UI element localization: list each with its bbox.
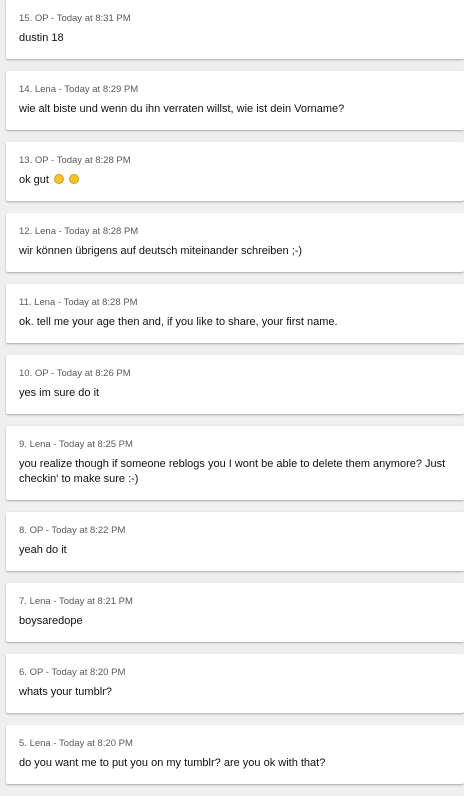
message-card: 9. Lena - Today at 8:25 PM you realize th…	[6, 426, 464, 500]
message-meta: 6. OP - Today at 8:20 PM	[19, 667, 126, 678]
message-meta: 12. Lena - Today at 8:28 PM	[19, 226, 139, 237]
message-text: dustin 18	[19, 31, 450, 59]
message-card: 7. Lena - Today at 8:21 PM boysaredope	[6, 583, 464, 642]
message-body: boysaredope	[19, 615, 83, 627]
message-author: Lena	[29, 738, 51, 749]
message-number: 15.	[19, 13, 33, 24]
message-card: 5. Lena - Today at 8:20 PM do you want me…	[6, 725, 464, 784]
message-meta: 11. Lena - Today at 8:28 PM	[19, 297, 138, 308]
message-meta: 10. OP - Today at 8:26 PM	[19, 368, 131, 379]
message-text: ok gut	[19, 173, 450, 201]
message-timestamp: Today at 8:21 PM	[59, 596, 133, 607]
message-number: 8.	[19, 525, 27, 536]
message-text: whats your tumblr?	[19, 685, 450, 713]
message-number: 12.	[19, 226, 33, 237]
message-author: OP	[29, 525, 44, 536]
message-meta: 9. Lena - Today at 8:25 PM	[19, 439, 133, 450]
message-number: 5.	[19, 738, 27, 749]
message-number: 11.	[19, 297, 32, 308]
message-number: 9.	[19, 439, 27, 450]
message-text: wir können übrigens auf deutsch miteinan…	[19, 244, 450, 272]
message-body: ok gut	[19, 174, 49, 186]
message-timestamp: Today at 8:28 PM	[63, 297, 138, 308]
message-text: ok. tell me your age then and, if you li…	[19, 315, 450, 343]
message-card: 13. OP - Today at 8:28 PM ok gut	[6, 142, 464, 201]
message-card: 8. OP - Today at 8:22 PM yeah do it	[6, 512, 464, 571]
message-author: OP	[34, 13, 49, 24]
message-card: 11. Lena - Today at 8:28 PM ok. tell me y…	[6, 284, 464, 343]
message-timestamp: Today at 8:26 PM	[56, 368, 131, 379]
message-text: boysaredope	[19, 614, 450, 642]
message-number: 14.	[19, 84, 33, 95]
message-meta: 8. OP - Today at 8:22 PM	[19, 525, 126, 536]
message-text: yes im sure do it	[19, 386, 450, 414]
message-card: 15. OP - Today at 8:31 PM dustin 18	[6, 0, 464, 59]
message-card: 6. OP - Today at 8:20 PM whats your tumbl…	[6, 654, 464, 713]
message-body: dustin 18	[19, 32, 64, 44]
laughing-crying-emoji	[69, 174, 80, 184]
message-timestamp: Today at 8:28 PM	[56, 155, 131, 166]
message-author: OP	[29, 667, 44, 678]
message-author: OP	[34, 155, 49, 166]
message-meta: 13. OP - Today at 8:28 PM	[19, 155, 131, 166]
message-body: wir können übrigens auf deutsch miteinan…	[19, 245, 303, 257]
message-author: OP	[34, 368, 49, 379]
message-timestamp: Today at 8:20 PM	[59, 738, 133, 749]
message-author: Lena	[29, 596, 51, 607]
message-author: Lena	[34, 84, 56, 95]
message-number: 13.	[19, 155, 33, 166]
message-feed: 15. OP - Today at 8:31 PM dustin 18 14. Le…	[6, 0, 464, 796]
message-card: 10. OP - Today at 8:26 PM yes im sure do …	[6, 355, 464, 414]
message-text: do you want me to put you on my tumblr? …	[19, 756, 450, 784]
message-meta: 15. OP - Today at 8:31 PM	[19, 13, 131, 24]
message-author: Lena	[29, 439, 51, 450]
message-body: wie alt biste und wenn du ihn verraten w…	[19, 103, 345, 115]
message-timestamp: Today at 8:25 PM	[59, 439, 133, 450]
message-body: do you want me to put you on my tumblr? …	[19, 757, 326, 769]
message-meta: 14. Lena - Today at 8:29 PM	[19, 84, 139, 95]
message-text: yeah do it	[19, 543, 450, 571]
message-body: you realize though if someone reblogs yo…	[19, 458, 446, 485]
message-number: 10.	[19, 368, 33, 379]
message-body: yeah do it	[19, 544, 67, 556]
message-author: Lena	[34, 297, 56, 308]
message-meta: 5. Lena - Today at 8:20 PM	[19, 738, 133, 749]
message-meta: 7. Lena - Today at 8:21 PM	[19, 596, 133, 607]
message-timestamp: Today at 8:31 PM	[56, 13, 131, 24]
message-number: 6.	[19, 667, 27, 678]
message-body: whats your tumblr?	[19, 686, 112, 698]
message-timestamp: Today at 8:22 PM	[51, 525, 126, 536]
message-card: 12. Lena - Today at 8:28 PM wir können üb…	[6, 213, 464, 272]
message-text: wie alt biste und wenn du ihn verraten w…	[19, 102, 450, 130]
message-body: yes im sure do it	[19, 387, 100, 399]
message-card: 14. Lena - Today at 8:29 PM wie alt biste…	[6, 71, 464, 130]
message-number: 7.	[19, 596, 27, 607]
message-timestamp: Today at 8:29 PM	[64, 84, 139, 95]
message-timestamp: Today at 8:20 PM	[51, 667, 126, 678]
laughing-crying-emoji	[54, 174, 65, 184]
message-body: ok. tell me your age then and, if you li…	[19, 316, 338, 328]
message-text: you realize though if someone reblogs yo…	[19, 457, 450, 500]
message-timestamp: Today at 8:28 PM	[64, 226, 139, 237]
message-author: Lena	[34, 226, 56, 237]
